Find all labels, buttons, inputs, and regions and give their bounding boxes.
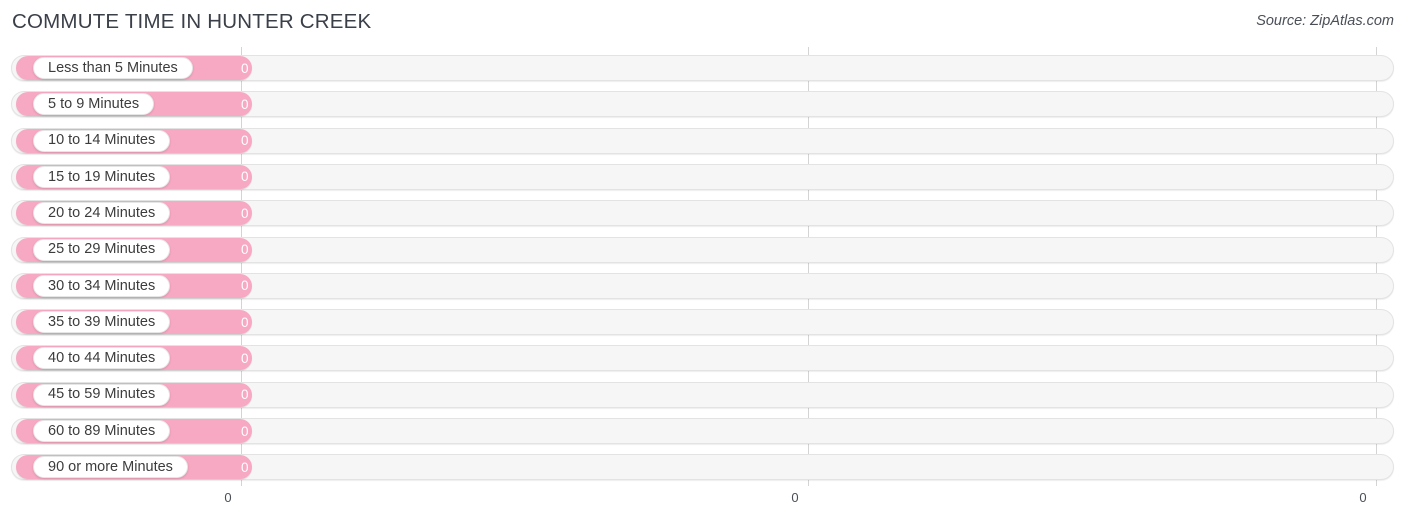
bar-value-label: 0 <box>241 242 249 257</box>
bar-value-label: 0 <box>241 133 249 149</box>
x-axis-tick-label: 0 <box>224 490 232 505</box>
category-label-pill: 20 to 24 Minutes <box>33 202 171 225</box>
category-label-pill: 45 to 59 Minutes <box>33 383 171 406</box>
category-label: 20 to 24 Minutes <box>48 204 156 221</box>
bar-value-label: 0 <box>241 350 249 366</box>
x-axis-tick-label: 0 <box>1359 490 1367 505</box>
category-label-pill: 60 to 89 Minutes <box>33 420 171 442</box>
bar-value-label: 0 <box>241 278 249 294</box>
bar-value-label: 0 <box>241 205 249 221</box>
category-label: 90 or more Minutes <box>48 459 173 476</box>
category-label-pill: 25 to 29 Minutes <box>33 238 171 261</box>
category-label: 5 to 9 Minutes <box>48 96 140 113</box>
bar-row[interactable]: 30 to 34 Minutes 0 <box>11 272 1394 299</box>
category-label-pill: 90 or more Minutes <box>33 456 188 479</box>
x-axis: 0 0 0 <box>0 486 1406 523</box>
bar-value-label: 0 <box>241 60 249 76</box>
x-axis-tick-label: 0 <box>791 490 799 505</box>
category-label: 60 to 89 Minutes <box>48 422 156 439</box>
bar-row[interactable]: 5 to 9 Minutes 0 <box>11 91 1394 118</box>
category-label: Less than 5 Minutes <box>48 59 178 76</box>
bar-value-label: 0 <box>241 423 249 439</box>
chart-header: COMMUTE TIME IN HUNTER CREEK Source: Zip… <box>0 0 1406 46</box>
category-label-pill: 30 to 34 Minutes <box>33 274 171 297</box>
source-attribution: Source: ZipAtlas.com <box>1256 13 1394 29</box>
category-label-pill: 35 to 39 Minutes <box>33 311 171 334</box>
bar-row[interactable]: 20 to 24 Minutes 0 <box>11 200 1394 227</box>
category-label-pill: 10 to 14 Minutes <box>33 129 171 152</box>
category-label: 35 to 39 Minutes <box>48 313 156 330</box>
category-label: 40 to 44 Minutes <box>48 350 156 367</box>
bar-row[interactable]: 90 or more Minutes 0 <box>11 454 1394 481</box>
bar-row[interactable]: Less than 5 Minutes 0 <box>11 55 1394 81</box>
bar-value-label: 0 <box>241 387 249 403</box>
category-label-pill: Less than 5 Minutes <box>33 57 193 79</box>
bar-row[interactable]: 45 to 59 Minutes 0 <box>11 381 1394 408</box>
category-label: 25 to 29 Minutes <box>48 241 156 258</box>
category-label-pill: 5 to 9 Minutes <box>33 93 155 116</box>
bar-value-label: 0 <box>241 96 249 112</box>
category-label: 10 to 14 Minutes <box>48 132 156 149</box>
bar-row[interactable]: 35 to 39 Minutes 0 <box>11 309 1394 336</box>
bar-row[interactable]: 25 to 29 Minutes 0 <box>11 236 1394 263</box>
chart-plot-area: Less than 5 Minutes 0 5 to 9 Minutes 0 10 to… <box>0 47 1406 486</box>
category-label: 15 to 19 Minutes <box>48 168 156 185</box>
category-label-pill: 15 to 19 Minutes <box>33 165 171 188</box>
bar-rows: Less than 5 Minutes 0 5 to 9 Minutes 0 10 to… <box>0 47 1406 486</box>
bar-value-label: 0 <box>241 169 249 185</box>
category-label-pill: 40 to 44 Minutes <box>33 347 171 370</box>
category-label: 30 to 34 Minutes <box>48 277 156 294</box>
page-title: COMMUTE TIME IN HUNTER CREEK <box>12 10 372 33</box>
bar-value-label: 0 <box>241 314 249 330</box>
bar-row[interactable]: 40 to 44 Minutes 0 <box>11 345 1394 372</box>
category-label: 45 to 59 Minutes <box>48 386 156 403</box>
bar-row[interactable]: 60 to 89 Minutes 0 <box>11 418 1394 444</box>
bar-row[interactable]: 10 to 14 Minutes 0 <box>11 127 1394 154</box>
bar-value-label: 0 <box>241 459 249 475</box>
bar-row[interactable]: 15 to 19 Minutes 0 <box>11 163 1394 190</box>
